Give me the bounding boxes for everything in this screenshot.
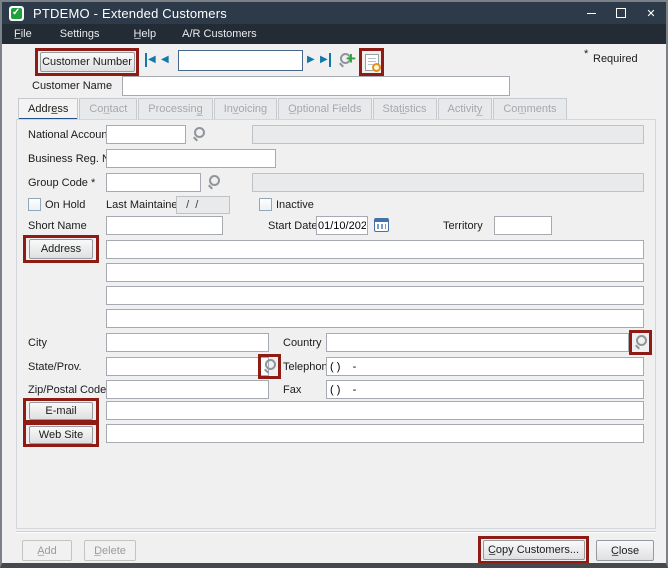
group-code-label: Group Code * (28, 177, 95, 189)
customer-name-input[interactable] (122, 76, 510, 96)
calendar-icon[interactable] (374, 218, 389, 232)
fax-label: Fax (283, 384, 301, 396)
footer-separator (16, 531, 656, 533)
city-input[interactable] (106, 333, 269, 352)
close-button[interactable] (636, 2, 666, 24)
group-code-finder-icon[interactable] (207, 175, 221, 190)
annotation-country-finder (629, 330, 652, 355)
menu-settings[interactable]: Settings (50, 26, 110, 42)
customer-number-input[interactable] (178, 50, 303, 71)
nav-next-icon[interactable] (307, 53, 315, 67)
start-date-label: Start Date (268, 220, 318, 232)
address-line-1-input[interactable] (106, 240, 644, 259)
new-record-icon[interactable]: + (346, 49, 356, 69)
zip-label: Zip/Postal Code (28, 384, 106, 396)
add-button[interactable]: A̲dd (22, 540, 72, 561)
tab-optional-fields[interactable]: O̲ptional Fields (278, 98, 371, 119)
fax-input[interactable] (326, 380, 644, 399)
annotation-drilldown (359, 48, 384, 76)
menu-bar: F̲ile Settings H̲elp A/R Customers (2, 24, 666, 44)
web-site-button[interactable]: Web Site (29, 426, 93, 444)
close-dialog-button[interactable]: C̲lose (596, 540, 654, 561)
state-prov-finder-icon[interactable] (263, 359, 277, 374)
group-code-input[interactable] (106, 173, 201, 192)
annotation-state-finder (258, 354, 281, 379)
maximize-button[interactable] (606, 2, 636, 24)
city-label: City (28, 337, 47, 349)
annotation-customer-number: Customer Number (35, 48, 139, 76)
menu-help[interactable]: H̲elp (123, 26, 166, 42)
short-name-label: Short Name (28, 220, 87, 232)
menu-ar-customers[interactable]: A/R Customers (172, 26, 267, 42)
start-date-input[interactable] (316, 216, 368, 235)
short-name-input[interactable] (106, 216, 223, 235)
app-window: PTDEMO - Extended Customers F̲ile Settin… (0, 0, 668, 568)
on-hold-checkbox[interactable] (28, 198, 41, 211)
last-maintained-label: Last Maintained (106, 199, 184, 211)
title-bar: PTDEMO - Extended Customers (2, 2, 666, 24)
tab-processing[interactable]: Processing̲ (138, 98, 212, 119)
state-prov-input[interactable] (106, 357, 269, 376)
state-prov-label: State/Prov. (28, 361, 82, 373)
minimize-button[interactable] (576, 2, 606, 24)
zip-input[interactable] (106, 380, 269, 399)
tab-comments[interactable]: Com̲ments (493, 98, 566, 119)
territory-label: Territory (443, 220, 483, 232)
last-maintained-field (176, 196, 230, 214)
territory-input[interactable] (494, 216, 552, 235)
inactive-label: Inactive (276, 199, 314, 211)
tab-strip: Addre̲ss Con̲tact Processing̲ Inv̲oicing… (18, 98, 568, 119)
address-line-2-input[interactable] (106, 263, 644, 282)
country-input[interactable] (326, 333, 629, 352)
web-site-input[interactable] (106, 424, 644, 443)
address-line-4-input[interactable] (106, 309, 644, 328)
national-account-finder-icon[interactable] (192, 127, 206, 142)
nav-first-icon[interactable] (145, 53, 156, 67)
annotation-copy-customers: C̲opy Customers... (478, 536, 589, 564)
customer-number-key-button[interactable]: Customer Number (40, 52, 135, 72)
annotation-email: E-mail (23, 398, 99, 423)
group-code-display (252, 173, 644, 192)
tab-invoicing[interactable]: Inv̲oicing (214, 98, 277, 119)
app-icon (9, 6, 24, 21)
required-note: Required (593, 53, 638, 65)
address-button[interactable]: Address (29, 239, 93, 259)
customer-name-label: Customer Name (32, 80, 112, 92)
tab-contact[interactable]: Con̲tact (79, 98, 137, 119)
country-finder-icon[interactable] (634, 335, 648, 350)
drilldown-inquiry-icon[interactable] (365, 54, 379, 71)
required-asterisk: * (584, 48, 588, 60)
tab-statistics[interactable]: Stati̲stics (373, 98, 437, 119)
annotation-web-site: Web Site (23, 422, 99, 447)
delete-button[interactable]: D̲elete (84, 540, 136, 561)
email-button[interactable]: E-mail (29, 402, 93, 420)
minimize-icon (587, 13, 596, 14)
email-input[interactable] (106, 401, 644, 420)
annotation-address: Address (23, 235, 99, 263)
maximize-icon (616, 8, 626, 18)
country-label: Country (283, 337, 322, 349)
inactive-checkbox[interactable] (259, 198, 272, 211)
tab-activity[interactable]: Activity̲ (438, 98, 493, 119)
copy-customers-button[interactable]: C̲opy Customers... (483, 540, 585, 560)
menu-file[interactable]: F̲ile (4, 26, 42, 42)
tab-address[interactable]: Addre̲ss (18, 98, 78, 119)
nav-previous-icon[interactable] (161, 53, 169, 67)
business-reg-input[interactable] (106, 149, 276, 168)
telephone-input[interactable] (326, 357, 644, 376)
window-title: PTDEMO - Extended Customers (33, 6, 227, 21)
nav-last-icon[interactable] (320, 53, 331, 67)
national-account-input[interactable] (106, 125, 186, 144)
address-line-3-input[interactable] (106, 286, 644, 305)
window-controls (576, 2, 666, 24)
national-account-display (252, 125, 644, 144)
on-hold-label: On Hold (45, 199, 85, 211)
